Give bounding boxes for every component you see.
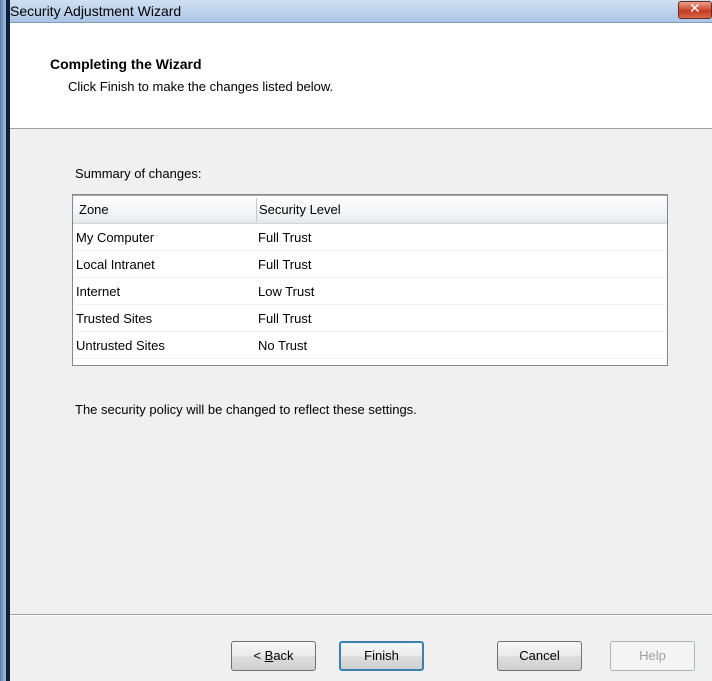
close-icon: ✕ [689,1,701,17]
column-separator[interactable] [256,198,257,222]
summary-list[interactable]: Zone Security Level My Computer Full Tru… [72,194,668,366]
list-row[interactable]: Local Intranet Full Trust [73,251,667,278]
column-header-zone[interactable]: Zone [79,196,257,224]
zone-cell: Local Intranet [76,257,155,272]
cancel-button[interactable]: Cancel [497,641,582,671]
window-frame-left [0,0,10,681]
list-row[interactable]: My Computer Full Trust [73,224,667,251]
finish-label: Finish [364,648,399,663]
title-bar[interactable]: Security Adjustment Wizard [10,0,712,23]
wizard-header: Completing the Wizard Click Finish to ma… [10,23,712,129]
wizard-window: Security Adjustment Wizard ✕ Completing … [0,0,712,681]
page-subtitle: Click Finish to make the changes listed … [68,79,334,94]
back-label-rest: ack [273,648,294,663]
security-level-cell: Full Trust [258,257,312,272]
zone-cell: Untrusted Sites [76,338,165,353]
security-level-cell: Full Trust [258,311,312,326]
back-label-prefix: < [253,648,265,663]
security-level-cell: No Trust [258,338,308,353]
help-label: Help [639,648,666,663]
list-row[interactable]: Internet Low Trust [73,278,667,305]
list-row[interactable]: Trusted Sites Full Trust [73,305,667,332]
window-title: Security Adjustment Wizard [10,3,182,19]
close-button[interactable]: ✕ [678,1,712,19]
footer-divider-highlight [10,615,712,616]
security-level-cell: Full Trust [258,230,312,245]
finish-button[interactable]: Finish [339,641,424,671]
cancel-label: Cancel [519,648,560,663]
list-header: Zone Security Level [73,195,667,224]
zone-cell: Trusted Sites [76,311,153,326]
list-row[interactable]: Untrusted Sites No Trust [73,332,667,359]
policy-description: The security policy will be changed to r… [75,402,417,417]
zone-cell: My Computer [76,230,155,245]
summary-label: Summary of changes: [75,166,202,181]
page-title: Completing the Wizard [50,56,202,72]
help-button: Help [610,641,695,671]
security-level-cell: Low Trust [258,284,315,299]
zone-cell: Internet [76,284,121,299]
column-header-security-level[interactable]: Security Level [259,196,665,224]
back-button[interactable]: < Back [231,641,316,671]
